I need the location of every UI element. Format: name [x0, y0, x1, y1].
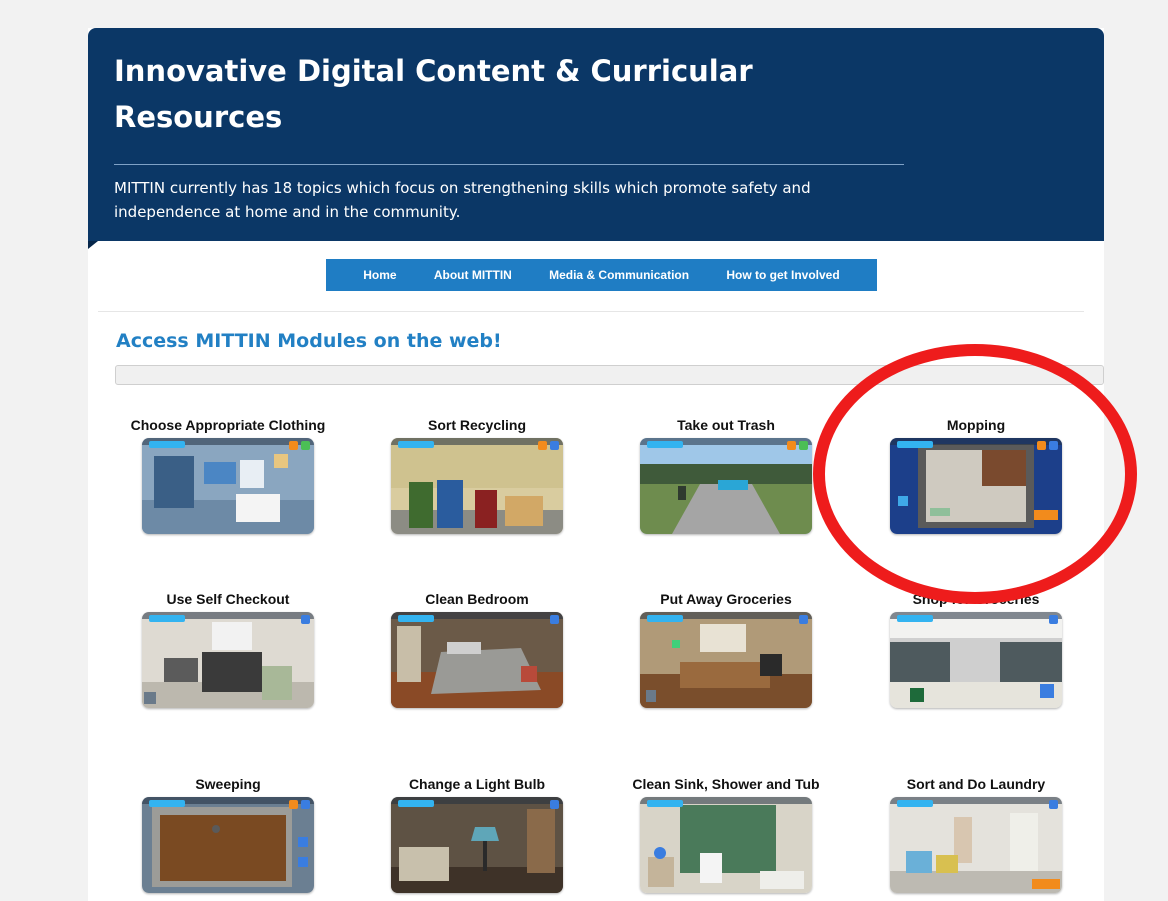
objectives-tab [398, 615, 434, 622]
kitchen-dining-scene [640, 612, 812, 708]
module-title: Put Away Groceries [660, 591, 792, 607]
help-icon [787, 441, 796, 450]
menu-icon [550, 800, 559, 809]
nav-media-communication[interactable]: Media & Communication [549, 268, 689, 282]
menu-icon [301, 800, 310, 809]
module-thumbnail[interactable] [640, 797, 812, 893]
living-room-lamp-scene [391, 797, 563, 893]
page-container: Innovative Digital Content & Curricular … [88, 28, 1104, 901]
objectives-tab [149, 800, 185, 807]
module-title: Choose Appropriate Clothing [130, 417, 326, 433]
module-card[interactable]: Clean Bedroom [377, 568, 577, 708]
module-title: Clean Bedroom [425, 591, 529, 607]
module-title: Use Self Checkout [166, 591, 290, 607]
objectives-tab [149, 615, 185, 622]
module-title: Shop for Groceries [912, 591, 1040, 607]
outdoor-driveway-scene [640, 438, 812, 534]
module-card[interactable]: Clean Sink, Shower and Tub [626, 753, 826, 893]
hero-divider [114, 164, 904, 165]
menu-icon [1049, 615, 1058, 624]
objectives-tab [398, 441, 434, 448]
section-heading: Access MITTIN Modules on the web! [116, 330, 502, 352]
nav-divider [98, 311, 1084, 312]
module-card[interactable]: Shop for Groceries [876, 568, 1076, 708]
bedroom-bed-scene [391, 612, 563, 708]
nav-how-to-get-involved[interactable]: How to get Involved [726, 268, 839, 282]
bedroom-closet-scene [142, 438, 314, 534]
module-thumbnail[interactable] [142, 438, 314, 534]
recycling-bins-scene [391, 438, 563, 534]
module-thumbnail[interactable] [391, 797, 563, 893]
module-card[interactable]: Take out Trash [626, 394, 826, 534]
module-title: Take out Trash [677, 417, 775, 433]
module-title: Clean Sink, Shower and Tub [632, 776, 820, 792]
module-title: Sort Recycling [427, 417, 527, 433]
objectives-tab [149, 441, 185, 448]
main-nav: Home About MITTIN Media & Communication … [326, 259, 877, 291]
help-icon [289, 800, 298, 809]
module-card[interactable]: Sort and Do Laundry [876, 753, 1076, 893]
grocery-store-scene [890, 612, 1062, 708]
nav-about-mittin[interactable]: About MITTIN [434, 268, 512, 282]
menu-icon [799, 615, 808, 624]
home-icon [301, 441, 310, 450]
objectives-tab [897, 441, 933, 448]
module-title: Mopping [946, 417, 1006, 433]
module-card[interactable]: Put Away Groceries [626, 568, 826, 708]
page-title: Innovative Digital Content & Curricular … [114, 54, 753, 134]
module-title: Sort and Do Laundry [906, 776, 1046, 792]
module-card[interactable]: Use Self Checkout [128, 568, 328, 708]
module-thumbnail[interactable] [391, 612, 563, 708]
module-card[interactable]: Choose Appropriate Clothing [128, 394, 328, 534]
bathroom-scene [640, 797, 812, 893]
menu-icon [550, 615, 559, 624]
objectives-tab [647, 800, 683, 807]
menu-icon [1049, 800, 1058, 809]
objectives-tab [647, 615, 683, 622]
menu-icon [550, 441, 559, 450]
nav-home[interactable]: Home [363, 268, 396, 282]
laundry-room-scene [890, 797, 1062, 893]
module-card[interactable]: Sort Recycling [377, 394, 577, 534]
checkout-kiosk-scene [142, 612, 314, 708]
hero-banner: Innovative Digital Content & Curricular … [88, 28, 1104, 241]
module-thumbnail[interactable] [142, 612, 314, 708]
hero-description: MITTIN currently has 18 topics which foc… [114, 179, 811, 221]
help-icon [538, 441, 547, 450]
objectives-tab [647, 441, 683, 448]
help-icon [289, 441, 298, 450]
help-icon [1037, 441, 1046, 450]
objectives-tab [897, 800, 933, 807]
module-title: Change a Light Bulb [408, 776, 546, 792]
module-thumbnail[interactable] [640, 438, 812, 534]
objectives-tab [398, 800, 434, 807]
module-title: Sweeping [195, 776, 261, 792]
module-thumbnail[interactable] [640, 612, 812, 708]
menu-icon [1049, 441, 1058, 450]
module-card[interactable]: Sweeping [128, 753, 328, 893]
objectives-tab [897, 615, 933, 622]
hero-fold-shadow [88, 241, 98, 249]
module-thumbnail[interactable] [142, 797, 314, 893]
module-thumbnail[interactable] [890, 612, 1062, 708]
floor-wood-scene [142, 797, 314, 893]
menu-icon [301, 615, 310, 624]
module-thumbnail[interactable] [890, 797, 1062, 893]
module-filter-bar[interactable] [115, 365, 1104, 385]
module-card[interactable]: Change a Light Bulb [377, 753, 577, 893]
home-icon [799, 441, 808, 450]
module-thumbnail[interactable] [391, 438, 563, 534]
module-thumbnail[interactable] [890, 438, 1062, 534]
module-card[interactable]: Mopping [876, 394, 1076, 534]
floor-topdown-scene [890, 438, 1062, 534]
